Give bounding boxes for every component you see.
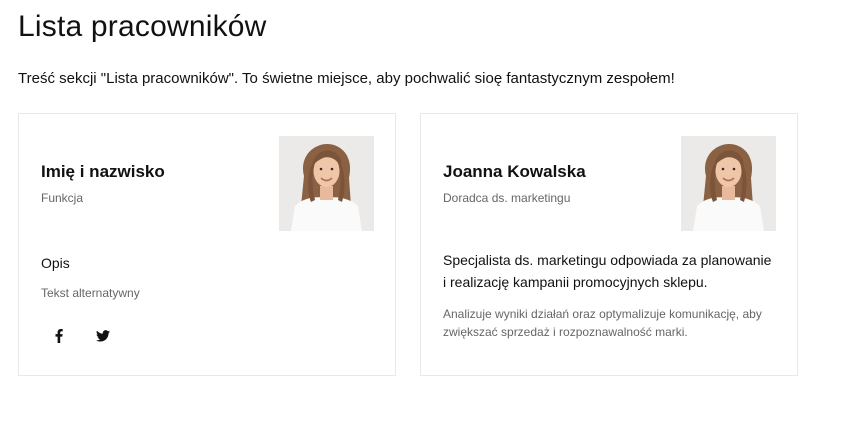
social-links [49,328,113,348]
employee-card: Imię i nazwisko Funkcja Opis Tekst alter… [18,113,396,376]
team-section: Lista pracowników Treść sekcji "Lista pr… [0,0,864,427]
facebook-icon [55,328,63,348]
employee-description-alt: Tekst alternatywny [41,286,140,300]
section-description: Treść sekcji "Lista pracowników". To świ… [18,70,675,87]
facebook-link[interactable] [49,328,69,348]
section-title: Lista pracowników [18,10,267,43]
employee-description-alt: Analizuje wyniki działań oraz optymalizu… [443,307,762,339]
employee-card: Joanna Kowalska Doradca ds. marketingu S… [420,113,798,376]
employee-role: Funkcja [41,191,84,205]
employee-name: Joanna Kowalska [443,162,586,181]
employee-photo [681,136,776,231]
employee-role: Doradca ds. marketingu [443,191,571,205]
employee-description: Opis [41,255,70,271]
employee-name: Imię i nazwisko [41,162,165,181]
twitter-link[interactable] [93,328,113,348]
employee-description: Specjalista ds. marketingu odpowiada za … [443,252,772,290]
employee-photo [279,136,374,231]
twitter-icon [96,329,110,347]
